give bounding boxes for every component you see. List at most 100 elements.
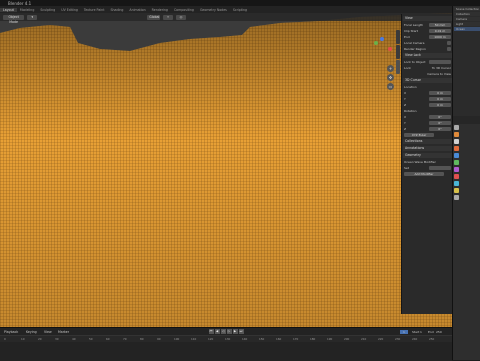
jump-start-icon[interactable]: ⏮	[208, 329, 214, 334]
outliner: Scene Collection Collection Camera Light Oce…	[453, 6, 480, 116]
properties-tab-icon[interactable]	[454, 125, 459, 130]
jump-end-icon[interactable]: ⏭	[238, 329, 244, 334]
properties-tab-icon[interactable]	[454, 167, 459, 172]
to-3d-cursor-toggle[interactable]: To 3D Cursor	[432, 66, 451, 70]
view-menu[interactable]: ▾	[27, 14, 38, 20]
properties-tab-icon[interactable]	[454, 153, 459, 158]
cursor-ry-field[interactable]: 0°	[429, 120, 451, 125]
local-camera-checkbox[interactable]	[447, 40, 451, 45]
tab-geometry-nodes[interactable]: Geometry Nodes	[197, 8, 230, 12]
proportional-icon[interactable]: ◎	[176, 14, 186, 20]
set-field[interactable]	[429, 165, 451, 170]
properties-tabs	[453, 124, 459, 202]
navigation-gizmo[interactable]	[370, 37, 394, 61]
cursor-rz-field[interactable]: 0°	[429, 126, 451, 131]
keying-menu[interactable]: Keying	[26, 330, 37, 334]
marker-menu[interactable]: Marker	[58, 330, 69, 334]
axis-x-icon[interactable]	[388, 47, 392, 51]
section-geometry[interactable]: Geometry	[403, 153, 452, 158]
axis-z-icon[interactable]	[380, 37, 384, 41]
rotation-label: Rotation	[404, 108, 417, 113]
outliner-row[interactable]: Collection	[454, 12, 480, 16]
properties-tab-icon[interactable]	[454, 160, 459, 165]
tab-view[interactable]	[396, 60, 400, 74]
frame-tick: 10	[21, 337, 25, 341]
outliner-row[interactable]: Light	[454, 22, 480, 26]
pan-icon[interactable]: ✥	[387, 74, 394, 81]
outliner-row[interactable]: Camera	[454, 17, 480, 21]
tab-sculpting[interactable]: Sculpting	[37, 8, 58, 12]
rotation-mode-dropdown[interactable]: XYZ Euler	[404, 132, 434, 137]
tab-compositing[interactable]: Compositing	[171, 8, 197, 12]
tab-layout[interactable]: Layout	[0, 7, 17, 12]
view-menu-timeline[interactable]: View	[44, 330, 52, 334]
playback-menu[interactable]: Playback	[4, 330, 18, 334]
tab-shading[interactable]: Shading	[107, 8, 126, 12]
section-3d-cursor[interactable]: 3D Cursor	[403, 78, 452, 83]
cursor-y-field[interactable]: 0 m	[429, 96, 451, 101]
clip-end-label: End	[404, 34, 410, 39]
frame-tick: 140	[242, 337, 248, 341]
end-field[interactable]: 250	[436, 330, 442, 334]
app-title: Blender 4.1	[8, 0, 32, 6]
tab-modeling[interactable]: Modeling	[17, 8, 38, 12]
frame-tick: 240	[412, 337, 418, 341]
workspace-tabs: Layout Modeling Sculpting UV Editing Texture…	[0, 6, 480, 13]
mode-dropdown[interactable]: Object Mode	[3, 14, 25, 24]
axis-y-icon[interactable]	[374, 41, 378, 45]
properties-tab-icon[interactable]	[454, 146, 459, 151]
play-reverse-icon[interactable]: ◁	[220, 329, 226, 334]
tab-tool[interactable]	[396, 45, 400, 59]
properties-tab-icon[interactable]	[454, 139, 459, 144]
3d-viewport[interactable]: Object Mode ▾ Global ⌖ ◎ ◐ ▣ ● + ✥ ▭	[0, 13, 452, 327]
section-annotations[interactable]: Annotations	[403, 146, 452, 151]
tab-item[interactable]	[396, 30, 400, 44]
properties-tab-icon[interactable]	[454, 174, 459, 179]
tab-uv-editing[interactable]: UV Editing	[58, 8, 81, 12]
cursor-z-field[interactable]: 0 m	[429, 102, 451, 107]
add-modifier-button[interactable]: Add Modifier	[404, 171, 444, 176]
properties-tab-icon[interactable]	[454, 188, 459, 193]
lock-object-field[interactable]	[429, 59, 451, 64]
outliner-row[interactable]: Scene Collection	[454, 7, 480, 11]
tab-animation[interactable]: Animation	[126, 8, 148, 12]
cursor-x-field[interactable]: 0 m	[429, 90, 451, 95]
focal-length-field[interactable]: 50 mm	[429, 22, 451, 27]
transform-orientation[interactable]: Global	[147, 14, 160, 20]
timeline-header: Playback Keying View Marker ⏮ ◀ ◁ ▷ ▶ ⏭ …	[0, 328, 452, 335]
clip-end-field[interactable]: 1000 m	[429, 34, 451, 39]
clip-start-field[interactable]: 0.01 m	[429, 28, 451, 33]
render-region-checkbox[interactable]	[447, 46, 451, 51]
snap-icon[interactable]: ⌖	[163, 14, 173, 20]
current-frame-field[interactable]: 1	[400, 329, 408, 334]
outliner-row[interactable]: Ocean	[454, 27, 480, 31]
next-key-icon[interactable]: ▶	[232, 329, 238, 334]
prev-key-icon[interactable]: ◀	[214, 329, 220, 334]
frame-tick: 120	[208, 337, 214, 341]
zoom-icon[interactable]: +	[387, 65, 394, 72]
frame-tick: 100	[174, 337, 180, 341]
properties-tab-icon[interactable]	[454, 195, 459, 200]
section-view-lock[interactable]: View Lock	[403, 53, 452, 58]
section-collections[interactable]: Collections	[403, 139, 452, 144]
frame-tick: 90	[157, 337, 161, 341]
render-region-label: Render Region	[404, 46, 426, 51]
frame-tick: 210	[361, 337, 367, 341]
frame-tick: 110	[191, 337, 197, 341]
start-field[interactable]: 1	[420, 330, 422, 334]
tab-rendering[interactable]: Rendering	[149, 8, 171, 12]
camera-to-view-toggle[interactable]: Camera to View	[427, 72, 451, 76]
play-icon[interactable]: ▷	[226, 329, 232, 334]
end-label: End	[428, 329, 434, 334]
frame-ruler[interactable]: 0 10 20 30 40 50 60 70 80 90 100 110 120 130 140 150 160…	[0, 335, 452, 342]
cursor-rx-field[interactable]: 0°	[429, 114, 451, 119]
y-label: Y	[404, 96, 406, 101]
tab-scripting[interactable]: Scripting	[230, 8, 250, 12]
properties-tab-icon[interactable]	[454, 181, 459, 186]
wave-modifier-label: Ocean Wave Modifier	[404, 159, 436, 164]
tab-texture-paint[interactable]: Texture Paint	[81, 8, 108, 12]
frame-tick: 50	[89, 337, 93, 341]
properties-tab-icon[interactable]	[454, 132, 459, 137]
section-view[interactable]: View	[403, 16, 452, 21]
camera-view-icon[interactable]: ▭	[387, 83, 394, 90]
